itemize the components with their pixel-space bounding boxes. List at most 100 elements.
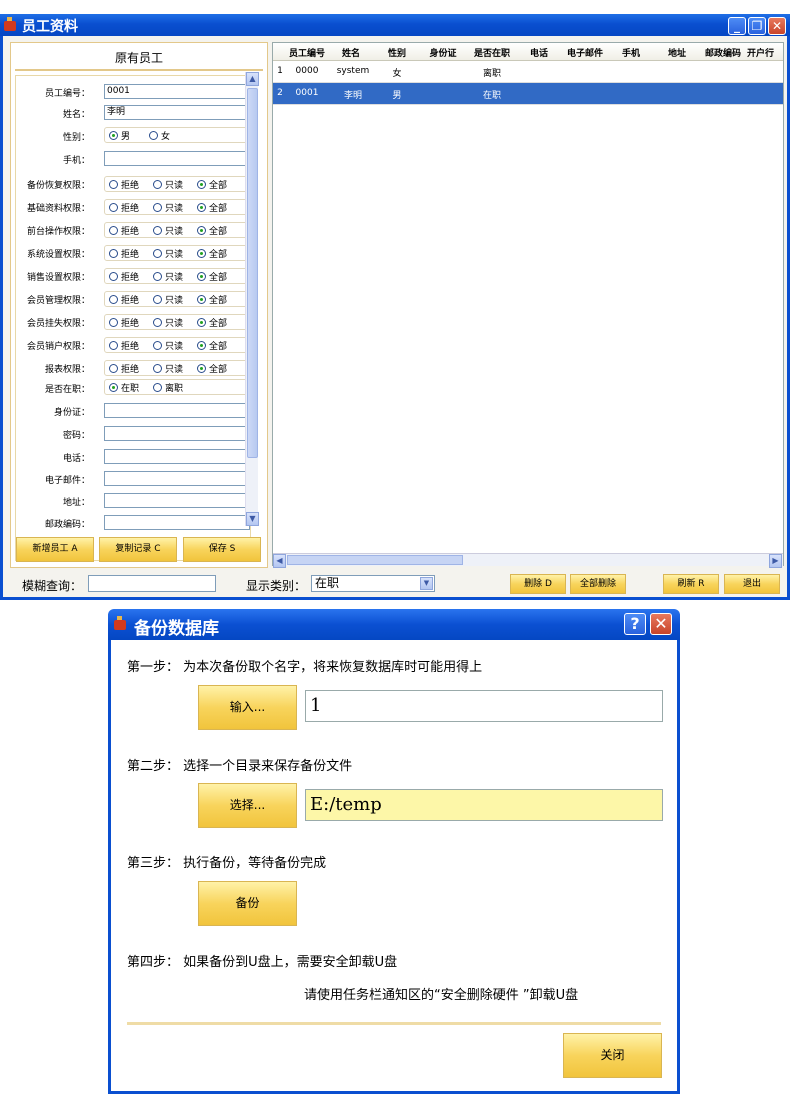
table-row[interactable]: 2 0001 李明 男 在职 [273, 83, 783, 105]
radio-icon [153, 203, 162, 212]
col-header[interactable]: 是否在职 [469, 46, 515, 59]
gender-female-radio[interactable]: 女 [149, 129, 170, 142]
col-header[interactable]: 员工编号 [287, 46, 327, 59]
zipcode-input[interactable] [104, 515, 250, 530]
address-label: 地址： [62, 498, 90, 508]
phone-input[interactable] [104, 449, 250, 464]
backup-name-input[interactable]: 1 [305, 690, 663, 722]
perm-option-label: 只读 [165, 273, 184, 283]
perm-option-radio[interactable]: 拒绝 [109, 316, 139, 329]
minimize-icon[interactable]: _ [728, 17, 746, 35]
delete-all-button[interactable]: 全部删除 [570, 574, 626, 594]
employee-id-input[interactable]: 0001 [104, 84, 250, 99]
perm-option-radio[interactable]: 拒绝 [109, 362, 139, 375]
radio-icon [153, 364, 162, 373]
form-scrollbar[interactable]: ▲ ▼ [245, 72, 259, 526]
perm-option-radio[interactable]: 全部 [197, 270, 227, 283]
app-icon [4, 17, 16, 31]
filter-select[interactable]: 在职 ▼ [311, 575, 435, 592]
perm-option-radio[interactable]: 拒绝 [109, 270, 139, 283]
save-button[interactable]: 保存 S [183, 537, 261, 562]
perm-option-radio[interactable]: 全部 [197, 224, 227, 237]
cell-gender: 男 [392, 91, 402, 101]
grid-horizontal-scrollbar[interactable]: ◀ ▶ [273, 553, 783, 568]
perm-option-radio[interactable]: 只读 [153, 339, 183, 352]
close-button[interactable]: 关闭 [563, 1033, 662, 1078]
backup-button[interactable]: 备份 [198, 881, 297, 926]
perm-option-radio[interactable]: 只读 [153, 316, 183, 329]
perm-option-radio[interactable]: 全部 [197, 339, 227, 352]
perm-option-radio[interactable]: 只读 [153, 270, 183, 283]
input-name-button[interactable]: 输入... [198, 685, 297, 730]
active-yes-radio[interactable]: 在职 [109, 381, 139, 394]
mobile-input[interactable] [104, 151, 250, 166]
perm-option-radio[interactable]: 拒绝 [109, 293, 139, 306]
idcard-input[interactable] [104, 403, 250, 418]
col-header[interactable]: 性别 [377, 46, 417, 59]
delete-button[interactable]: 删除 D [510, 574, 566, 594]
scroll-right-icon[interactable]: ▶ [769, 554, 782, 568]
address-input[interactable] [104, 493, 250, 508]
radio-icon [153, 180, 162, 189]
table-row[interactable]: 1 0000 system 女 离职 [273, 61, 783, 83]
email-input[interactable] [104, 471, 250, 486]
perm-option-radio[interactable]: 只读 [153, 293, 183, 306]
perm-option-radio[interactable]: 全部 [197, 178, 227, 191]
perm-option-label: 拒绝 [121, 204, 140, 214]
perm-option-radio[interactable]: 只读 [153, 224, 183, 237]
perm-option-label: 全部 [209, 273, 228, 283]
perm-option-radio[interactable]: 拒绝 [109, 339, 139, 352]
refresh-button[interactable]: 刷新 R [663, 574, 719, 594]
help-icon[interactable]: ? [624, 613, 646, 635]
choose-dir-button[interactable]: 选择... [198, 783, 297, 828]
new-employee-button[interactable]: 新增员工 A [16, 537, 94, 562]
perm-option-radio[interactable]: 拒绝 [109, 247, 139, 260]
perm-option-radio[interactable]: 只读 [153, 201, 183, 214]
dialog-close-icon[interactable]: ✕ [650, 613, 672, 635]
perm-option-radio[interactable]: 拒绝 [109, 178, 139, 191]
col-header[interactable]: 电子邮件 [563, 46, 607, 59]
perm-option-radio[interactable]: 拒绝 [109, 224, 139, 237]
scroll-thumb[interactable] [247, 88, 258, 458]
perm-option-label: 全部 [209, 181, 228, 191]
perm-option-radio[interactable]: 全部 [197, 247, 227, 260]
perm-option-radio[interactable]: 全部 [197, 293, 227, 306]
backup-dir-input[interactable]: E:/temp [305, 789, 663, 821]
perm-option-radio[interactable]: 全部 [197, 201, 227, 214]
perm-option-label: 只读 [165, 181, 184, 191]
perm-option-radio[interactable]: 拒绝 [109, 201, 139, 214]
copy-record-button[interactable]: 复制记录 C [99, 537, 177, 562]
maximize-icon[interactable]: ❐ [748, 17, 766, 35]
col-header[interactable]: 地址 [655, 46, 699, 59]
col-header[interactable]: 姓名 [331, 46, 371, 59]
perm-option-radio[interactable]: 全部 [197, 362, 227, 375]
col-header[interactable]: 电话 [517, 46, 561, 59]
password-input[interactable] [104, 426, 250, 441]
perm-option-radio[interactable]: 只读 [153, 362, 183, 375]
mobile-label: 手机： [62, 156, 90, 166]
col-header[interactable]: 邮政编码 [701, 46, 745, 59]
col-header[interactable]: 手机 [609, 46, 653, 59]
scroll-down-icon[interactable]: ▼ [246, 512, 259, 526]
radio-icon [197, 226, 206, 235]
col-header[interactable]: 开户行 [747, 46, 783, 59]
perm-option-radio[interactable]: 只读 [153, 178, 183, 191]
name-input[interactable]: 李明 [104, 105, 250, 120]
search-input[interactable] [88, 575, 216, 592]
perm-option-radio[interactable]: 只读 [153, 247, 183, 260]
active-no-radio[interactable]: 离职 [153, 381, 183, 394]
exit-button[interactable]: 退出 [724, 574, 780, 594]
col-header[interactable]: 身份证 [423, 46, 463, 59]
step2-text: 第二步： 选择一个目录来保存备份文件 [127, 759, 353, 774]
scroll-left-icon[interactable]: ◀ [273, 554, 286, 568]
scroll-thumb[interactable] [287, 555, 463, 565]
perm-option-label: 只读 [165, 250, 184, 260]
employee-form: 员工编号： 0001 姓名： 李明 性别： 男 女 手机： 备份恢复权限： 拒绝只… [15, 75, 251, 561]
perm-option-label: 拒绝 [121, 181, 140, 191]
close-icon[interactable]: ✕ [768, 17, 786, 35]
chevron-down-icon[interactable]: ▼ [420, 577, 433, 590]
gender-male-radio[interactable]: 男 [109, 129, 130, 142]
perm-option-radio[interactable]: 全部 [197, 316, 227, 329]
cell-id: 0000 [295, 66, 319, 76]
scroll-up-icon[interactable]: ▲ [246, 72, 259, 86]
